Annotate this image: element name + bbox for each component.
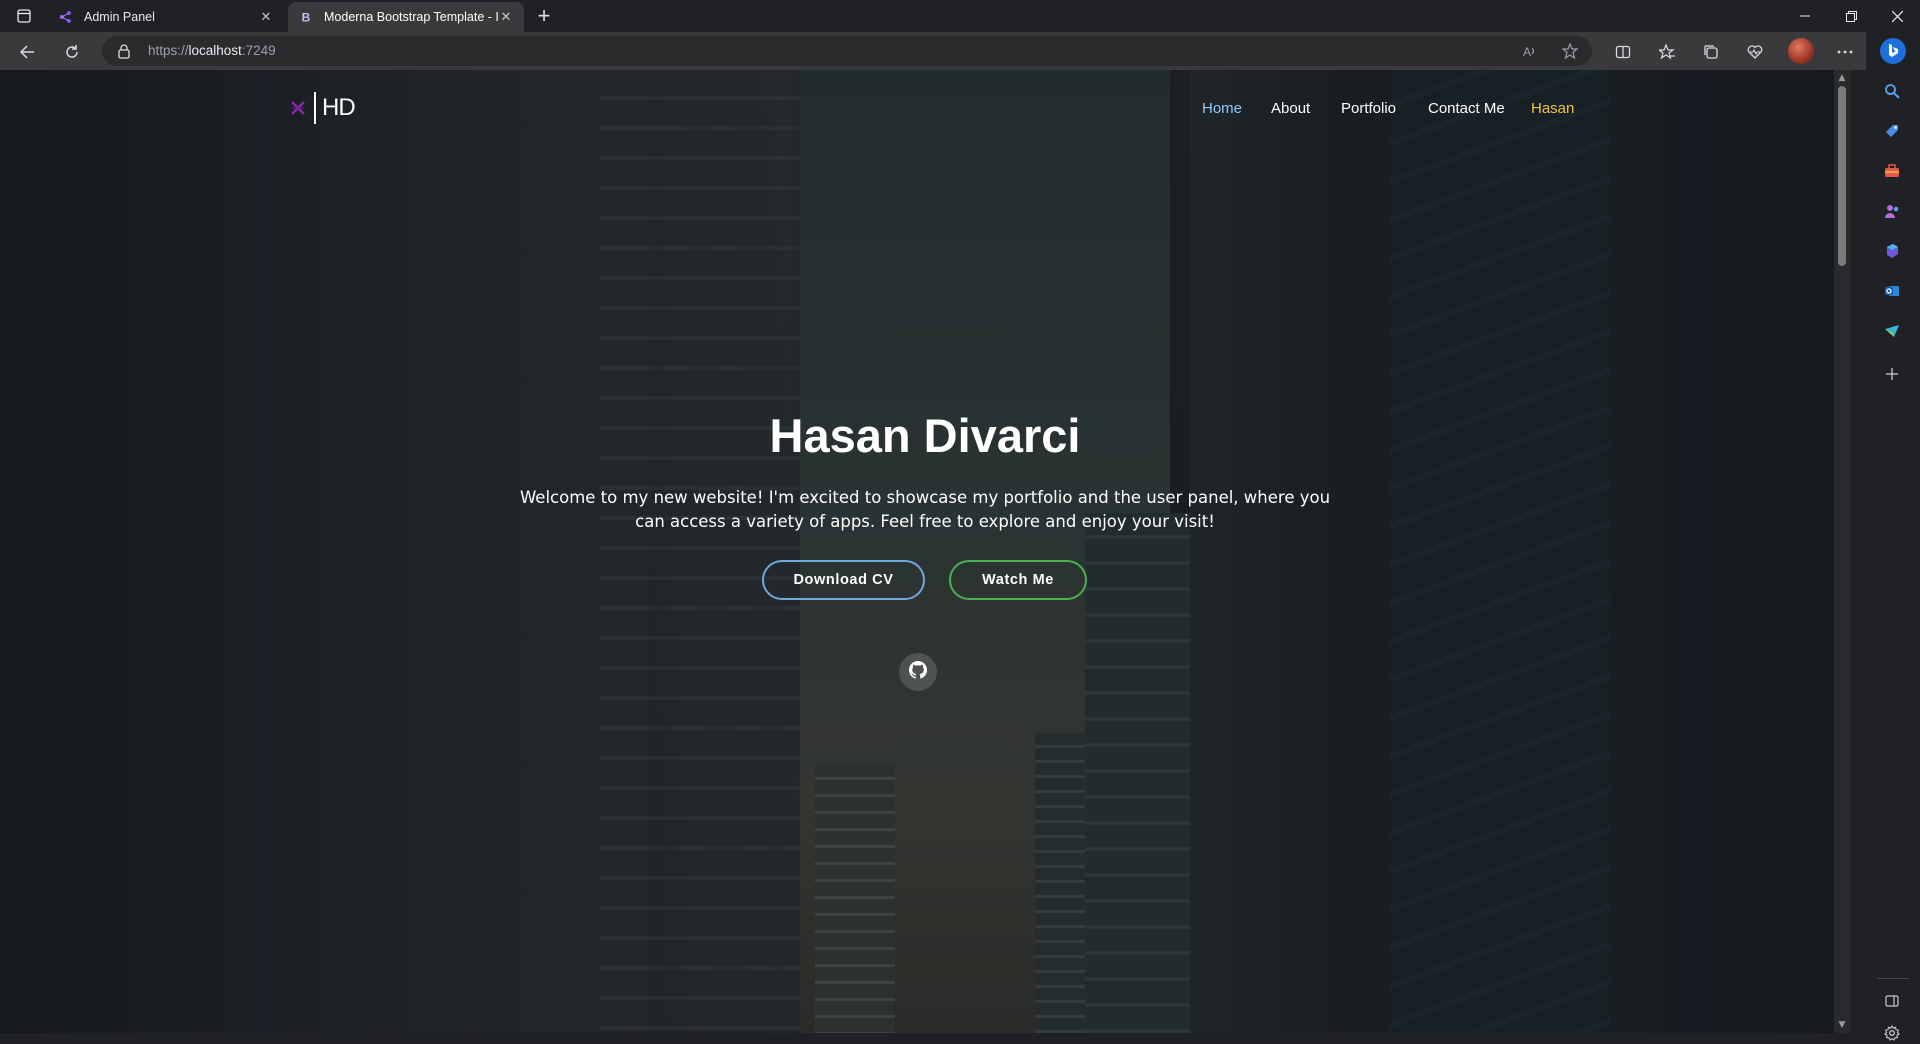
scrollbar-thumb[interactable]: [1838, 86, 1846, 266]
tab-title: Moderna Bootstrap Template - I: [324, 10, 498, 24]
browser-toolbar: https://localhost:7249 A: [0, 32, 1920, 70]
url-port: :7249: [241, 43, 276, 58]
nav-home[interactable]: Home: [1202, 100, 1242, 117]
new-tab-icon[interactable]: +: [532, 3, 556, 28]
download-cv-button[interactable]: Download CV: [762, 560, 925, 600]
logo-text: HD: [322, 94, 356, 121]
nav-portfolio[interactable]: Portfolio: [1341, 100, 1396, 117]
logo-divider: [314, 92, 316, 124]
url-scheme: https://: [148, 43, 189, 58]
hero-overlay: [0, 70, 1850, 1033]
tab-admin-panel[interactable]: Admin Panel ✕: [48, 2, 284, 32]
browser-essentials-icon[interactable]: [1742, 39, 1768, 65]
collections-icon[interactable]: [1698, 39, 1724, 65]
admin-panel-favicon: [58, 9, 74, 25]
scroll-down-icon[interactable]: ▼: [1837, 1020, 1847, 1030]
address-bar[interactable]: https://localhost:7249 A: [102, 36, 1592, 66]
refresh-icon[interactable]: [59, 39, 85, 65]
scroll-up-icon[interactable]: ▲: [1837, 73, 1847, 83]
web-page: HD Home About Portfolio Contact Me Hasan…: [0, 70, 1850, 1033]
search-icon[interactable]: [1881, 80, 1903, 102]
hero-title: Hasan Divarci: [769, 409, 1081, 462]
people-icon[interactable]: [1881, 200, 1903, 222]
lock-icon[interactable]: [116, 43, 132, 59]
bing-copilot-icon[interactable]: [1880, 38, 1906, 64]
sidebar-toggle-icon[interactable]: [1881, 990, 1903, 1012]
nav-contact-me[interactable]: Contact Me: [1428, 100, 1505, 117]
bootstrap-favicon: B: [298, 9, 314, 25]
url-host: localhost: [188, 43, 242, 58]
svg-text:B: B: [302, 11, 311, 25]
minimize-icon[interactable]: [1782, 0, 1828, 32]
restore-icon[interactable]: [1828, 0, 1874, 32]
send-icon[interactable]: [1881, 320, 1903, 342]
tab-actions-icon[interactable]: [12, 4, 36, 28]
tab-title: Admin Panel: [84, 10, 155, 24]
hero-subtitle: Welcome to my new website! I'm excited t…: [519, 488, 1331, 531]
svg-text:A: A: [1523, 45, 1531, 59]
github-link[interactable]: [899, 653, 937, 691]
favorites-icon[interactable]: [1654, 39, 1680, 65]
tools-icon[interactable]: [1881, 160, 1903, 182]
sidebar-divider: [1877, 978, 1909, 979]
outlook-icon[interactable]: [1881, 280, 1903, 302]
split-screen-icon[interactable]: [1610, 39, 1636, 65]
tab-moderna[interactable]: B Moderna Bootstrap Template - I ✕: [288, 2, 524, 32]
settings-icon[interactable]: [1881, 1022, 1903, 1044]
github-icon: [909, 661, 927, 683]
page-scrollbar[interactable]: ▲ ▼: [1834, 70, 1850, 1033]
edge-sidebar: [1866, 32, 1920, 1041]
tab-strip: Admin Panel ✕ B Moderna Bootstrap Templa…: [0, 0, 1920, 32]
nav-hasan[interactable]: Hasan: [1531, 100, 1574, 117]
back-icon[interactable]: [14, 39, 40, 65]
logo-mark-icon: [290, 100, 306, 116]
microsoft-365-icon[interactable]: [1881, 240, 1903, 262]
close-window-icon[interactable]: [1874, 0, 1920, 32]
site-logo[interactable]: HD: [290, 92, 356, 124]
close-tab-icon[interactable]: ✕: [258, 9, 274, 25]
more-icon[interactable]: [1832, 39, 1858, 65]
favorite-star-icon[interactable]: [1561, 42, 1579, 60]
profile-avatar[interactable]: [1788, 38, 1814, 64]
url-text[interactable]: https://localhost:7249: [148, 43, 276, 58]
nav-about[interactable]: About: [1271, 100, 1310, 117]
read-aloud-icon[interactable]: A: [1522, 43, 1538, 59]
add-icon[interactable]: [1881, 363, 1903, 385]
watch-me-button[interactable]: Watch Me: [949, 560, 1087, 600]
shopping-icon[interactable]: [1881, 120, 1903, 142]
close-tab-icon[interactable]: ✕: [498, 9, 514, 25]
